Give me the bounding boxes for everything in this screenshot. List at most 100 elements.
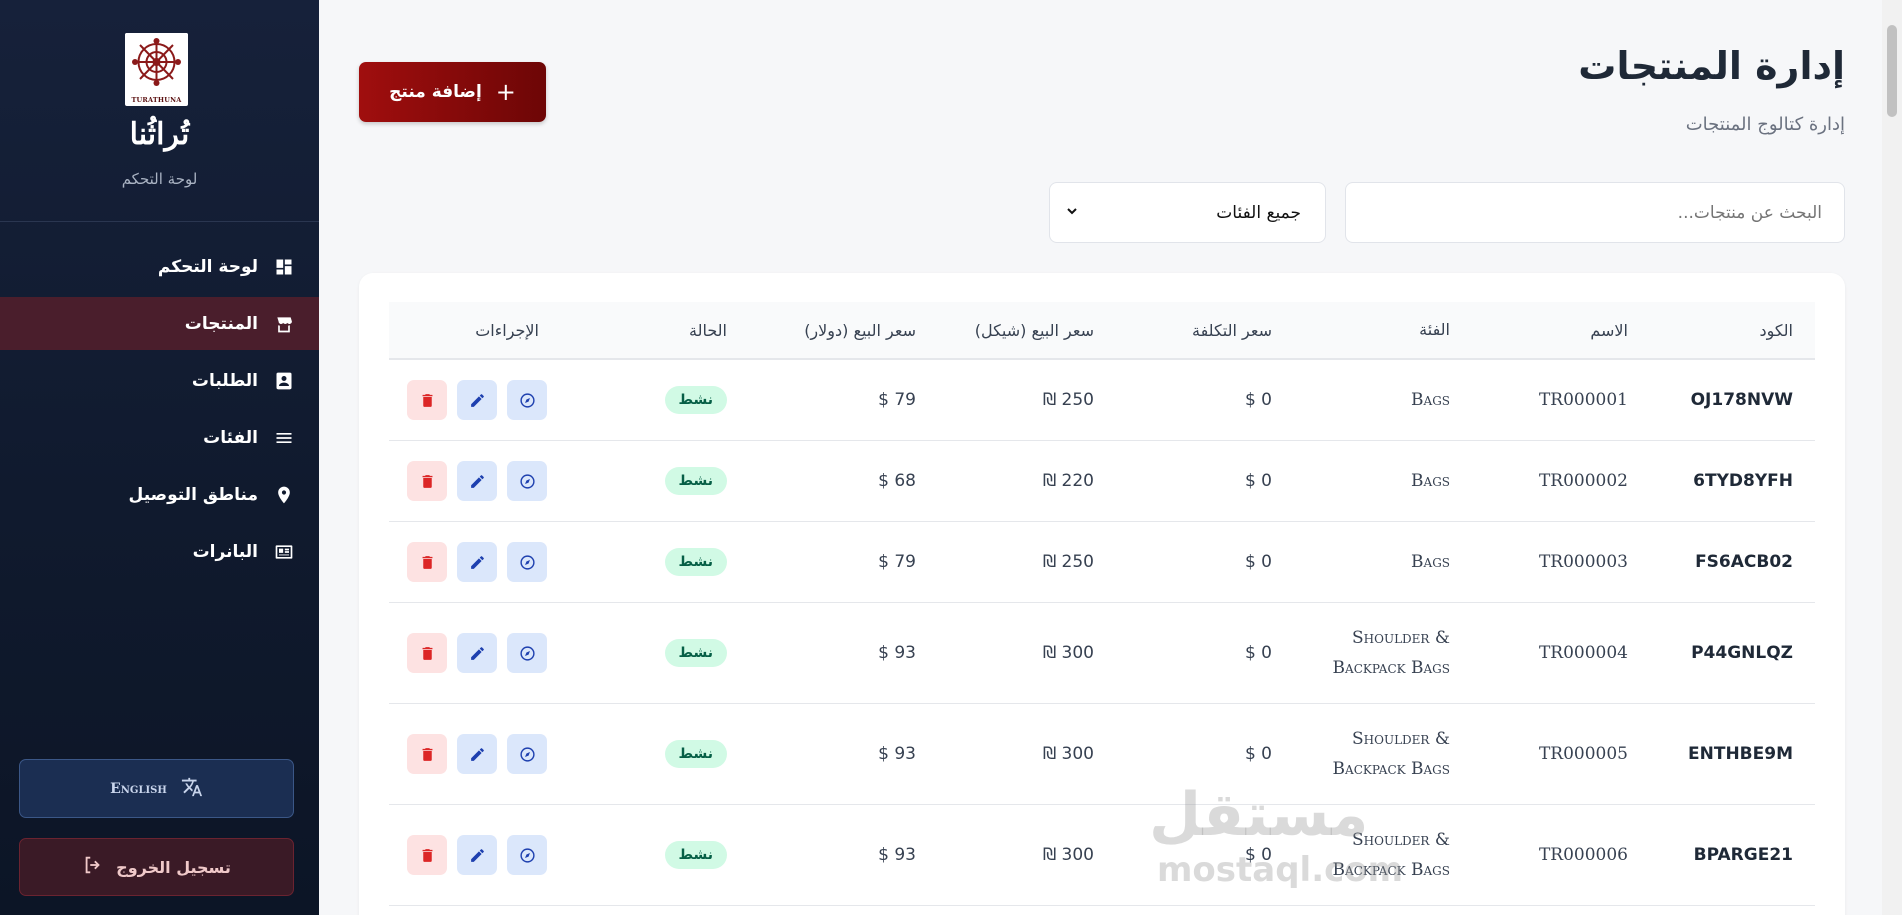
row-actions (389, 380, 559, 420)
sidebar-item-label: الفئات (203, 427, 258, 448)
product-cost: $ 0 (1244, 744, 1272, 764)
product-name: TR000005 (1538, 744, 1628, 764)
delete-button[interactable] (407, 542, 447, 582)
row-actions (389, 542, 559, 582)
language-toggle-button[interactable]: English (19, 759, 294, 818)
page-scrollbar[interactable] (1882, 0, 1902, 915)
compass-icon (519, 645, 535, 661)
row-actions (389, 835, 559, 875)
table-header: الكود الاسم الفئة سعر التكلفة سعر البيع … (389, 302, 1815, 360)
sidebar-item-delivery-zones[interactable]: مناطق التوصيل (0, 468, 319, 521)
store-icon (274, 314, 294, 334)
view-button[interactable] (507, 461, 547, 501)
pencil-icon (470, 747, 484, 761)
product-price-ils: ₪ 300 (1042, 845, 1094, 865)
sidebar-item-dashboard[interactable]: لوحة التحكم (0, 240, 319, 293)
edit-button[interactable] (457, 380, 497, 420)
sidebar-item-categories[interactable]: الفئات (0, 411, 319, 464)
compass-icon (519, 392, 535, 408)
product-category: Bags (1411, 390, 1450, 410)
table-row: OJ178NVW TR000001 Bags $ 0 ₪ 250 $ 79 نش… (389, 360, 1815, 441)
product-category: Shoulder & Backpack Bags (1332, 729, 1450, 779)
sidebar-item-products[interactable]: المنتجات (0, 297, 319, 350)
sidebar: TURATHUNA تُراثُنا لوحة التحكم لوحة التح… (0, 0, 319, 915)
row-actions (389, 461, 559, 501)
product-price-ils: ₪ 250 (1042, 552, 1094, 572)
product-category: Bags (1411, 552, 1450, 572)
trash-icon (422, 474, 432, 488)
column-header-price-ils[interactable]: سعر البيع (شيكل) (926, 321, 1104, 340)
product-name: TR000006 (1538, 845, 1628, 865)
chevron-down-icon (1066, 205, 1078, 221)
table-row: ENTHBE9M TR000005 Shoulder & Backpack Ba… (389, 704, 1815, 805)
trash-icon (422, 848, 432, 862)
sidebar-item-banners[interactable]: البانرات (0, 525, 319, 578)
product-name: TR000003 (1538, 552, 1628, 572)
view-button[interactable] (507, 633, 547, 673)
product-code: BPARGE21 (1693, 845, 1793, 865)
product-name: TR000004 (1538, 643, 1628, 663)
status-badge: نشط (664, 548, 727, 576)
category-select[interactable]: جميع الفئات (1049, 182, 1326, 243)
product-code: 6TYD8YFH (1693, 471, 1793, 491)
sidebar-item-label: لوحة التحكم (157, 256, 258, 277)
category-select-value: جميع الفئات (1216, 202, 1301, 223)
view-button[interactable] (507, 734, 547, 774)
table-row: P44GNLQZ TR000004 Shoulder & Backpack Ba… (389, 603, 1815, 704)
column-header-category[interactable]: الفئة (1282, 315, 1460, 345)
column-header-name[interactable]: الاسم (1460, 321, 1638, 340)
search-input[interactable] (1345, 182, 1845, 243)
logout-icon (82, 854, 104, 880)
product-cost: $ 0 (1244, 643, 1272, 663)
delete-button[interactable] (407, 380, 447, 420)
delete-button[interactable] (407, 734, 447, 774)
column-header-price-usd[interactable]: سعر البيع (دولار) (739, 321, 926, 340)
edit-button[interactable] (457, 835, 497, 875)
product-cost: $ 0 (1244, 390, 1272, 410)
edit-button[interactable] (457, 734, 497, 774)
delete-button[interactable] (407, 835, 447, 875)
product-price-usd: $ 79 (878, 552, 916, 572)
column-header-status[interactable]: الحالة (559, 321, 739, 340)
ornament-icon (125, 33, 188, 91)
view-button[interactable] (507, 380, 547, 420)
product-cost: $ 0 (1244, 845, 1272, 865)
sidebar-item-orders[interactable]: الطلبات (0, 354, 319, 407)
view-button[interactable] (507, 835, 547, 875)
scrollbar-thumb[interactable] (1887, 25, 1897, 117)
compass-icon (519, 554, 535, 570)
sidebar-item-label: المنتجات (184, 313, 258, 334)
edit-button[interactable] (457, 461, 497, 501)
status-badge: نشط (664, 467, 727, 495)
product-price-ils: ₪ 300 (1042, 643, 1094, 663)
logout-button[interactable]: تسجيل الخروج (19, 838, 294, 896)
plus-icon: + (495, 78, 516, 106)
edit-button[interactable] (457, 542, 497, 582)
compass-icon (519, 847, 535, 863)
delete-button[interactable] (407, 461, 447, 501)
row-actions (389, 734, 559, 774)
delete-button[interactable] (407, 633, 447, 673)
pencil-icon (470, 848, 484, 862)
product-price-usd: $ 93 (878, 744, 916, 764)
product-price-ils: ₪ 300 (1042, 744, 1094, 764)
product-price-ils: ₪ 250 (1042, 390, 1094, 410)
view-button[interactable] (507, 542, 547, 582)
contact-card-icon (274, 371, 294, 391)
dashboard-icon (274, 257, 294, 277)
column-header-code[interactable]: الكود (1638, 321, 1815, 340)
product-code: ENTHBE9M (1688, 744, 1793, 764)
status-badge: نشط (664, 639, 727, 667)
product-price-usd: $ 93 (878, 643, 916, 663)
column-header-cost[interactable]: سعر التكلفة (1104, 321, 1282, 340)
main-content: إدارة المنتجات إدارة كتالوج المنتجات + إ… (319, 0, 1882, 915)
add-product-label: إضافة منتج (389, 82, 482, 102)
product-category: Shoulder & Backpack Bags (1332, 628, 1450, 678)
sidebar-item-label: الطلبات (191, 370, 258, 391)
edit-button[interactable] (457, 633, 497, 673)
product-price-usd: $ 79 (878, 390, 916, 410)
add-product-button[interactable]: + إضافة منتج (359, 62, 546, 122)
trash-icon (422, 393, 432, 407)
status-badge: نشط (664, 740, 727, 768)
table-row: 6TYD8YFH TR000002 Bags $ 0 ₪ 220 $ 68 نش… (389, 441, 1815, 522)
